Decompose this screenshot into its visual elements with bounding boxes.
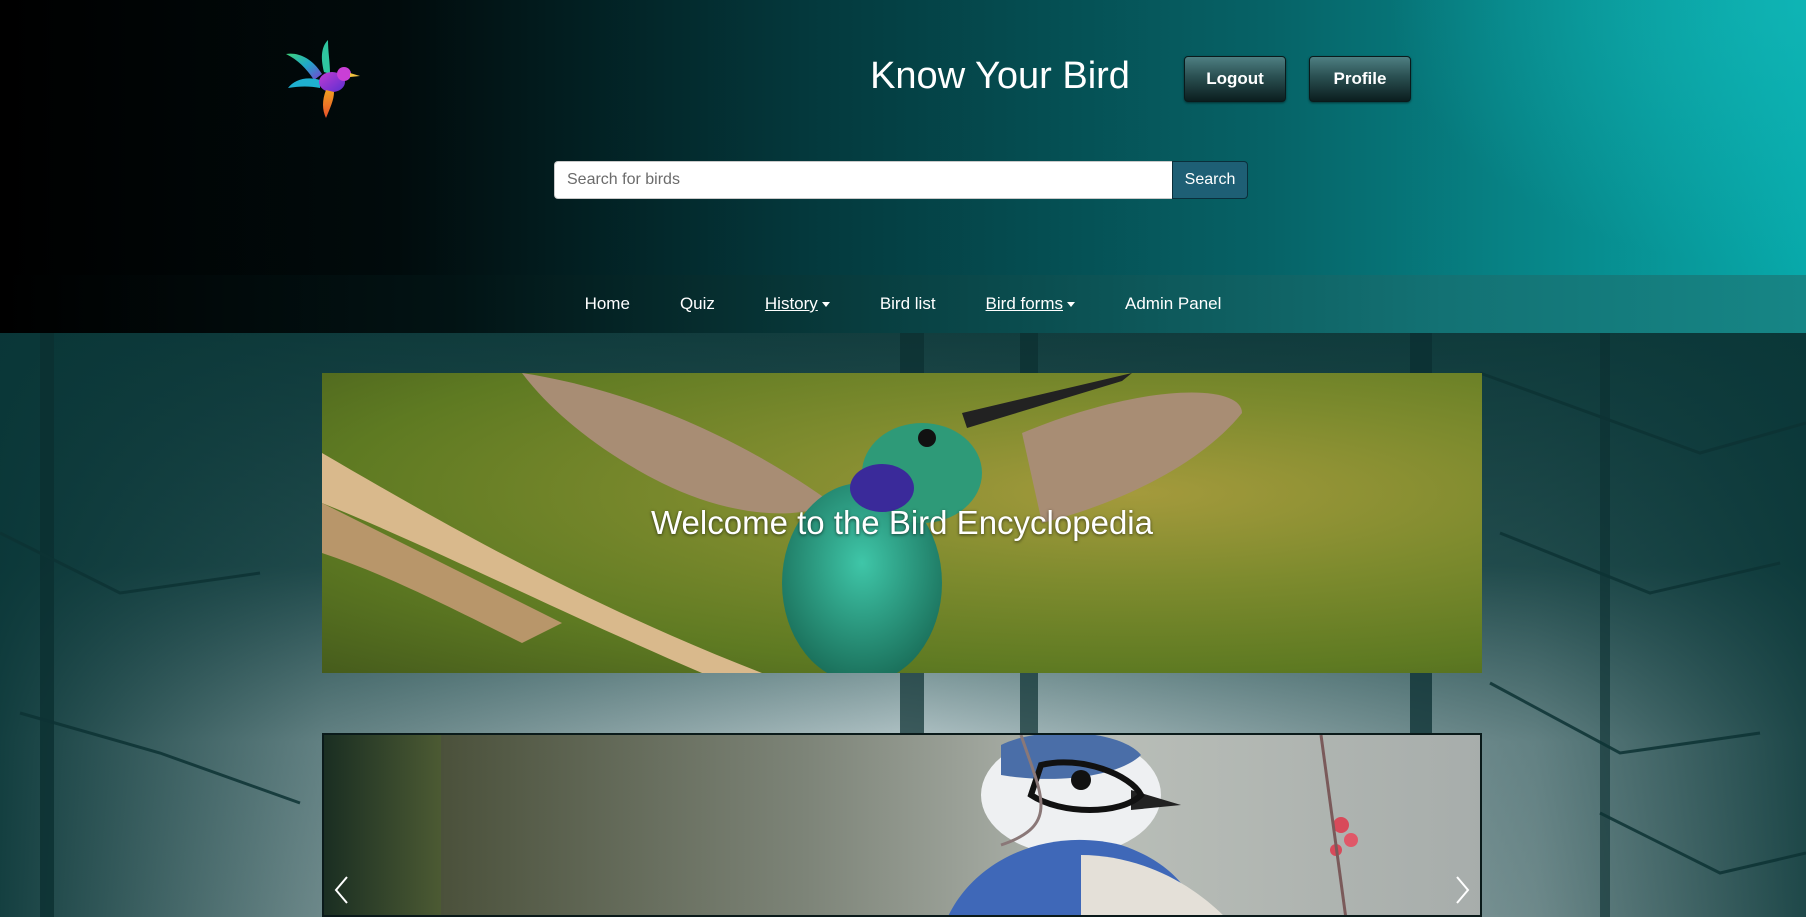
blue-jay-image	[948, 735, 1358, 915]
profile-button[interactable]: Profile	[1309, 56, 1411, 102]
hero-banner: Welcome to the Bird Encyclopedia	[322, 373, 1482, 673]
carousel-slide-image	[441, 735, 1480, 915]
nav-item-history[interactable]: History	[765, 294, 830, 314]
caret-down-icon	[1067, 302, 1076, 308]
main-nav: Home Quiz History Bird list Bird forms A…	[0, 275, 1806, 333]
search-input[interactable]	[554, 161, 1172, 199]
search-form: Search	[554, 161, 1248, 199]
site-title-text: Know Your Bird	[870, 55, 1130, 97]
chevron-left-icon[interactable]	[326, 870, 356, 910]
nav-item-bird-forms[interactable]: Bird forms	[985, 294, 1076, 314]
caret-down-icon	[821, 302, 830, 308]
search-button[interactable]: Search	[1172, 161, 1248, 199]
bird-carousel	[322, 733, 1482, 917]
site-header: Know Your Bird Logout Profile Search	[0, 0, 1806, 275]
nav-item-admin-panel[interactable]: Admin Panel	[1125, 294, 1221, 314]
chevron-right-icon[interactable]	[1448, 870, 1478, 910]
nav-item-bird-forms-label: Bird forms	[985, 294, 1064, 313]
nav-item-home[interactable]: Home	[585, 294, 630, 314]
hero-welcome-text: Welcome to the Bird Encyclopedia	[651, 504, 1153, 541]
page: Know Your Bird Logout Profile Search Hom…	[0, 0, 1806, 917]
nav-item-bird-list[interactable]: Bird list	[880, 294, 936, 314]
nav-item-quiz[interactable]: Quiz	[680, 294, 715, 314]
site-title: Know Your Bird	[0, 55, 1806, 98]
nav-item-history-label: History	[764, 294, 818, 313]
logout-button[interactable]: Logout	[1184, 56, 1286, 102]
